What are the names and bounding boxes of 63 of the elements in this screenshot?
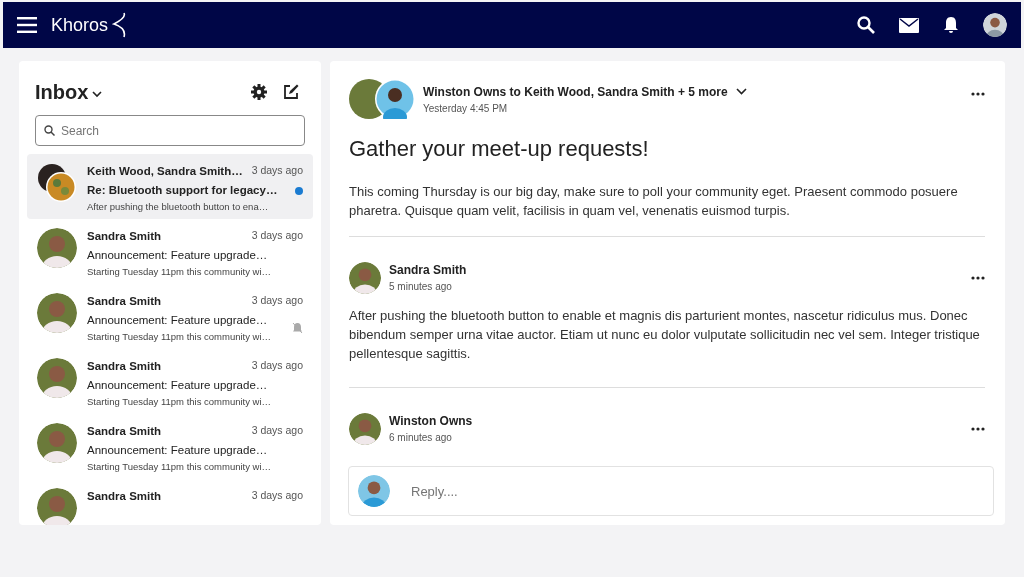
bell-icon[interactable]	[943, 16, 959, 34]
reply-body: After pushing the bluetooth button to enable et magnis dis parturient montes, nascetur ridiculus mus. Donec bibendum semper urna vitae auctor. Etiam ut nunc eu dolor vulputate sollicitudin nec vel sem. Integer tristique pellentesque sagittis.	[349, 307, 981, 363]
timestamp: 3 days ago	[251, 423, 303, 438]
timestamp: 3 days ago	[251, 488, 303, 503]
reply-field[interactable]: Reply....	[348, 466, 994, 516]
message-preview: Starting Tuesday 11pm this community wi…	[87, 394, 272, 409]
menu-icon[interactable]	[17, 17, 37, 33]
subject: Announcement: Feature upgrade…	[87, 313, 268, 329]
subject: Announcement: Feature upgrade…	[87, 443, 268, 459]
inbox-item[interactable]: Sandra Smith 3 days ago Announcement: Feature upgrade… Starting Tuesday 11pm this community wi…	[27, 414, 313, 479]
timestamp: 3 days ago	[251, 358, 303, 373]
search-field[interactable]: Search	[35, 115, 305, 146]
more-options-icon[interactable]	[971, 427, 985, 432]
inbox-item[interactable]: Sandra Smith 3 days ago Announcement: Feature upgrade… Starting Tuesday 11pm this community wi…	[27, 284, 313, 349]
author-name: Sandra Smith	[389, 262, 467, 279]
timestamp: 5 minutes ago	[389, 280, 453, 294]
sender-name: Sandra Smith	[87, 229, 162, 244]
thread-body: This coming Thursday is our big day, make sure to poll your community eget. Praesent commodo posuere pharetra. Quisque quam velit, facilisis in quam vel, venenatis euismod turpis.	[349, 183, 959, 220]
sender-name: Sandra Smith	[87, 359, 162, 374]
sender-name: Keith Wood, Sandra Smith…	[87, 164, 243, 179]
sender-name: Sandra Smith	[87, 489, 162, 504]
mail-icon[interactable]	[899, 17, 919, 33]
search-icon	[44, 125, 55, 136]
more-options-icon[interactable]	[971, 276, 985, 281]
inbox-title[interactable]: Inbox	[35, 77, 89, 107]
avatar-group-icon	[349, 79, 415, 119]
chevron-down-icon[interactable]	[92, 90, 103, 98]
avatar	[37, 228, 77, 268]
inbox-item[interactable]: Sandra Smith 3 days ago Announcement: Feature upgrade… Starting Tuesday 11pm this community wi…	[27, 219, 313, 284]
chevron-down-icon[interactable]	[735, 88, 747, 95]
inbox-item[interactable]: Sandra Smith 3 days ago Announcement: Feature upgrade… Starting Tuesday 11pm this community wi…	[27, 349, 313, 414]
message-preview: Starting Tuesday 11pm this community wi…	[87, 459, 272, 474]
subject: Re: Bluetooth support for legacy…	[87, 183, 278, 199]
timestamp: 3 days ago	[251, 293, 303, 308]
avatar	[983, 13, 1007, 37]
author-name: Winston Owns	[389, 413, 473, 430]
sender-name: Sandra Smith	[87, 424, 162, 439]
compose-icon[interactable]	[283, 84, 299, 100]
brand-name[interactable]: Khoros	[51, 11, 109, 39]
avatar-group-icon	[37, 163, 77, 203]
message-preview: Starting Tuesday 11pm this community wi…	[87, 264, 272, 279]
more-options-icon[interactable]	[971, 91, 985, 96]
settings-icon[interactable]	[251, 84, 267, 100]
avatar	[349, 412, 381, 445]
timestamp: 3 days ago	[251, 163, 303, 178]
avatar	[37, 488, 77, 525]
avatar	[37, 293, 77, 333]
thread-title: Gather your meet-up requests!	[349, 135, 650, 163]
timestamp: Yesterday 4:45 PM	[423, 101, 509, 116]
avatar	[349, 261, 381, 294]
timestamp: 6 minutes ago	[389, 431, 453, 445]
subject: Announcement: Feature upgrade…	[87, 378, 268, 394]
sender-name: Sandra Smith	[87, 294, 162, 309]
message-preview: After pushing the bluetooth button to ena…	[87, 199, 269, 214]
subject: Announcement: Feature upgrade…	[87, 248, 268, 264]
inbox-item[interactable]: Sandra Smith 3 days ago	[27, 479, 313, 525]
search-icon[interactable]	[857, 16, 875, 34]
participants: Winston Owns to Keith Wood, Sandra Smith + 5 more	[423, 83, 728, 101]
message-preview: Starting Tuesday 11pm this community wi…	[87, 329, 272, 344]
avatar	[37, 423, 77, 463]
timestamp: 3 days ago	[251, 228, 303, 243]
avatar	[37, 358, 77, 398]
inbox-item[interactable]: Keith Wood, Sandra Smith… 3 days ago Re: Bluetooth support for legacy… After pushing the bluetooth button to ena…	[27, 154, 313, 219]
